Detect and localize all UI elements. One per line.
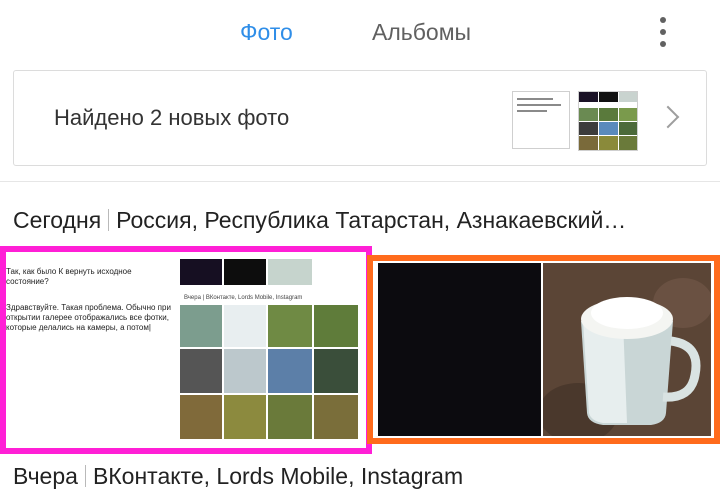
- divider: [0, 181, 720, 182]
- section-date: Сегодня: [13, 207, 102, 233]
- section-location: ВКонтакте, Lords Mobile, Instagram: [92, 463, 464, 489]
- top-bar: Фото Альбомы: [0, 0, 720, 64]
- new-photos-banner[interactable]: Найдено 2 новых фото: [13, 70, 707, 166]
- new-photo-thumb-2: [578, 91, 638, 151]
- new-photos-text: Найдено 2 новых фото: [54, 105, 290, 130]
- chevron-right-icon: [656, 105, 680, 129]
- section-location: Россия, Республика Татарстан, Азнакаевск…: [116, 207, 627, 233]
- tab-photos[interactable]: Фото: [240, 18, 293, 46]
- tab-albums[interactable]: Альбомы: [372, 18, 471, 46]
- more-vert-icon[interactable]: [650, 14, 676, 50]
- new-photo-thumb-1: [512, 91, 570, 149]
- section-date: Вчера: [13, 463, 78, 489]
- selection-highlight-magenta: [0, 246, 372, 454]
- section-header-today: Сегодня Россия, Республика Татарстан, Азн…: [13, 206, 626, 234]
- selection-highlight-orange: [367, 255, 720, 444]
